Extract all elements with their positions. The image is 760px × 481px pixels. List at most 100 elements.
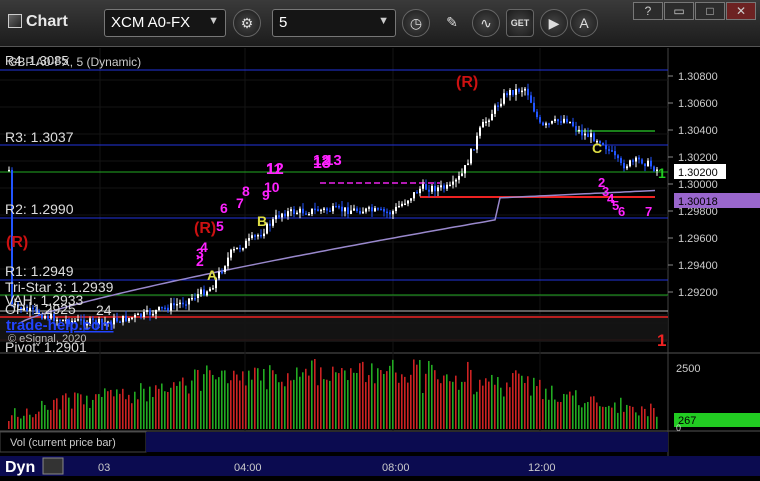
candle-body [224,266,226,273]
candle-body [530,95,532,103]
candle-body [278,215,280,218]
volume-bar [608,405,610,429]
time-tick-3: 12:00 [528,462,556,474]
settings-gear-icon[interactable]: ⚙ [233,9,261,37]
candle-body [404,203,406,206]
volume-bar [632,406,634,429]
candle-body [191,297,193,300]
candle-body [308,214,310,216]
yellow-wave-marker: B [257,213,267,229]
volume-bar [221,370,223,429]
candle-body [500,103,502,107]
candle-body [581,129,583,136]
candle-body [482,121,484,128]
candle-body [425,184,427,190]
volume-bar [464,381,466,429]
level-label-r3: R3: 1.3037 [5,129,74,145]
volume-bar [509,387,511,429]
volume-bar [389,365,391,429]
candle-body [200,289,202,295]
volume-bar [251,379,253,429]
alert-a-icon[interactable]: A [570,9,598,37]
price-axis-label: 1.29600 [678,233,718,245]
candle-body [281,213,283,218]
volume-bar [134,391,136,429]
volume-bar [305,368,307,429]
chevron-down-icon[interactable]: ▼ [208,15,219,27]
dyn-toggle-icon[interactable] [42,457,64,475]
interval-input[interactable]: 5 ▼ [272,9,396,37]
close-button[interactable]: ✕ [726,2,756,20]
volume-bar [491,374,493,429]
dyn-label[interactable]: Dyn [5,459,35,476]
volume-bar [353,372,355,429]
candle-body [557,119,559,122]
candle-body [173,303,175,306]
symbol-input[interactable]: XCM A0-FX ▼ [104,9,226,37]
price-chart[interactable]: 23456 78 91011121312 1323456 7(R)(R)(R)1ABC1… [0,48,760,476]
study-wave-icon[interactable]: ∿ [472,9,500,37]
yellow-wave-marker: C [592,140,602,156]
volume-bar [317,385,319,429]
candle-body [566,118,568,123]
volume-bar [434,370,436,429]
candle-body [629,160,631,167]
volume-bar [224,370,226,429]
volume-bar [17,416,19,429]
volume-bar [146,401,148,429]
volume-bar [581,407,583,429]
volume-bar [92,399,94,429]
price-axis-label: 1.30600 [678,98,718,110]
help-button[interactable]: ? [633,2,663,20]
candle-body [116,317,118,322]
volume-bar [377,368,379,429]
volume-bar [329,380,331,429]
chart-area[interactable]: 2 3 4 5 6 7 8 9 10 11 12 13 12 13 2 3 4 5 6 7 (R) (R) (R) 1 A B C 1… [0,48,760,476]
candle-body [329,210,331,213]
volume-bar [593,396,595,429]
get-icon[interactable]: GET [506,9,534,37]
red-one-marker: 1 [657,331,666,350]
restore-button[interactable]: ▭ [664,2,694,20]
candle-body [626,166,628,169]
volume-bar [557,401,559,429]
volume-bar [71,408,73,429]
candle-body [521,90,523,93]
app-title-text: Chart [26,13,68,30]
play-icon[interactable]: ▶ [540,9,568,37]
price-axis-label: 1.30800 [678,71,718,83]
candle-body [239,247,241,250]
volume-bar [398,382,400,429]
maximize-button[interactable]: □ [695,2,725,20]
candle-body [491,113,493,121]
volume-bar [254,367,256,429]
candle-body [644,163,646,167]
pencil-icon[interactable]: ✎ [438,9,466,37]
volume-bar [191,380,193,429]
volume-bar [560,402,562,429]
candle-body [302,208,304,214]
candle-body [311,208,313,215]
volume-bar [56,398,58,429]
volume-bar [599,406,601,429]
candle-body [383,208,385,212]
volume-bar [449,381,451,429]
candle-body [323,208,325,210]
candle-body [392,211,394,215]
candle-body [194,297,196,300]
volume-bar [629,405,631,429]
chevron-down-icon[interactable]: ▼ [378,15,389,27]
candle-body [299,208,301,213]
clock-icon[interactable]: ◷ [402,9,430,37]
volume-bar [587,401,589,429]
volume-bar [98,394,100,429]
volume-bar [644,408,646,429]
volume-bar [458,389,460,429]
candle-body [119,321,121,323]
volume-bar [107,391,109,429]
candle-body [518,89,520,92]
volume-bar [335,372,337,429]
candle-body [197,294,199,299]
volume-bar [140,383,142,429]
overlay-link[interactable]: trade-help.com [6,317,114,334]
